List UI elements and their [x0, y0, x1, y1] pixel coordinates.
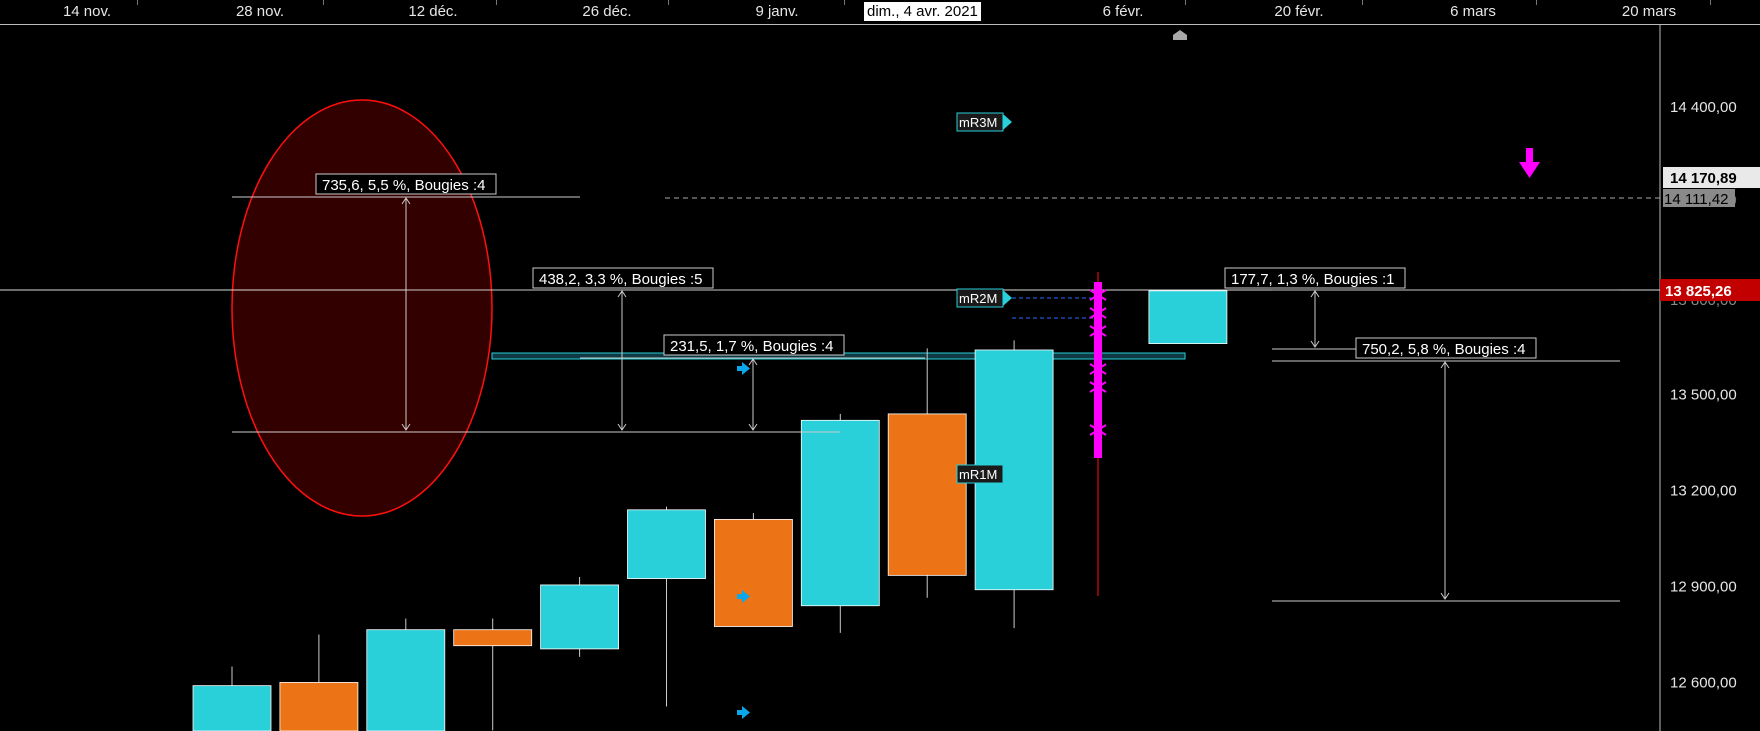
- candle-body[interactable]: [192, 685, 272, 731]
- y-tick-label: 12 900,00: [1670, 579, 1737, 596]
- svg-text:mR3M: mR3M: [959, 115, 997, 130]
- right-arrow-icon: [737, 362, 750, 375]
- measure-label: 735,6, 5,5 %, Bougies :4: [322, 177, 485, 194]
- measure-label: 231,5, 1,7 %, Bougies :4: [670, 338, 833, 355]
- time-marker-icon[interactable]: [1173, 30, 1187, 40]
- candle-body[interactable]: [887, 413, 967, 576]
- highlight-ellipse[interactable]: [231, 99, 493, 517]
- high-price-label: 14 170,89: [1670, 170, 1737, 187]
- pivot-tag-mR3M[interactable]: mR3M: [956, 112, 1012, 132]
- measure-label: 177,7, 1,3 %, Bougies :1: [1231, 271, 1394, 288]
- candle-body[interactable]: [714, 519, 793, 627]
- right-arrow-icon: [737, 706, 750, 719]
- dashed-level-label: 14 111,42: [1664, 191, 1729, 208]
- measure-label: 438,2, 3,3 %, Bougies :5: [539, 271, 702, 288]
- measure-tool[interactable]: 750,2, 5,8 %, Bougies :4: [1272, 337, 1620, 602]
- measure-tool[interactable]: 177,7, 1,3 %, Bougies :1: [1224, 267, 1620, 350]
- candle-body[interactable]: [366, 629, 446, 731]
- y-tick-label: 14 400,00: [1670, 99, 1737, 116]
- y-tick-label: 12 600,00: [1670, 674, 1737, 691]
- svg-text:mR1M: mR1M: [959, 467, 997, 482]
- price-chart[interactable]: 735,6, 5,5 %, Bougies :4 438,2, 3,3 %, B…: [0, 0, 1760, 731]
- pivot-tag-mR2M[interactable]: mR2M: [956, 288, 1012, 308]
- svg-text:mR2M: mR2M: [959, 291, 997, 306]
- y-tick-label: 13 500,00: [1670, 387, 1737, 404]
- pivot-tag-mR1M[interactable]: mR1M: [956, 464, 1012, 484]
- candle-body[interactable]: [800, 419, 880, 607]
- candle-body[interactable]: [453, 629, 533, 647]
- measure-tool[interactable]: 231,5, 1,7 %, Bougies :4: [580, 334, 925, 431]
- current-price-label: 13 825,26: [1665, 283, 1732, 300]
- y-tick-label: 13 200,00: [1670, 483, 1737, 500]
- candle-body[interactable]: [540, 584, 619, 650]
- candle-body[interactable]: [1148, 290, 1228, 344]
- measure-label: 750,2, 5,8 %, Bougies :4: [1362, 341, 1525, 358]
- candle-body[interactable]: [279, 682, 359, 731]
- down-arrow-icon[interactable]: [1519, 148, 1540, 178]
- candle-body[interactable]: [627, 509, 706, 579]
